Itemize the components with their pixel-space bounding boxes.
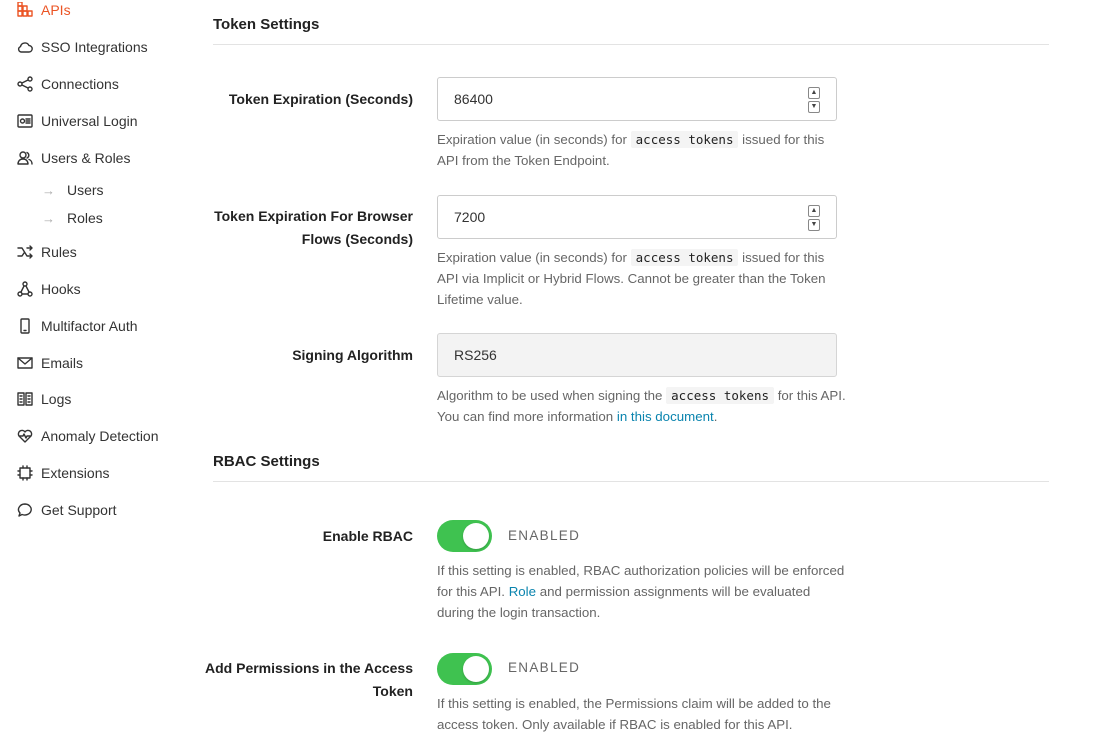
sidebar-item-label: SSO Integrations: [41, 39, 148, 55]
add-permissions-toggle[interactable]: [437, 653, 492, 685]
sidebar-item-apis[interactable]: APIs: [16, 0, 71, 22]
connections-icon: [16, 75, 34, 93]
add-permissions-label: Add Permissions in the Access Token: [205, 660, 413, 699]
sidebar-item-anomaly-detection[interactable]: Anomaly Detection: [16, 424, 159, 448]
sidebar-item-label: Users: [67, 182, 104, 198]
sidebar-item-get-support[interactable]: Get Support: [16, 498, 117, 522]
sidebar-item-hooks[interactable]: Hooks: [16, 277, 81, 301]
inline-code: access tokens: [630, 131, 739, 148]
sidebar-item-label: Connections: [41, 76, 119, 92]
document-link[interactable]: in this document: [617, 409, 714, 424]
sidebar-item-label: Rules: [41, 244, 77, 260]
enable-rbac-label: Enable RBAC: [322, 528, 413, 544]
cloud-icon: [16, 38, 34, 56]
arrow-right-icon: →: [42, 182, 55, 198]
chat-bubble-icon: [16, 501, 34, 519]
inline-code: access tokens: [666, 387, 774, 404]
mail-icon: [16, 354, 34, 372]
add-permissions-help: If this setting is enabled, the Permissi…: [437, 696, 831, 732]
inline-code: access tokens: [630, 249, 739, 266]
heart-pulse-icon: [16, 427, 34, 445]
arrow-right-icon: →: [42, 210, 55, 226]
signing-algorithm-help: Algorithm to be used when signing the ac…: [437, 387, 846, 424]
sidebar-item-label: Roles: [67, 210, 103, 226]
enable-rbac-toggle[interactable]: [437, 520, 492, 552]
signing-algorithm-field: RS256: [437, 333, 837, 377]
universal-login-icon: [16, 112, 34, 130]
add-permissions-state: ENABLED: [508, 660, 581, 675]
chip-icon: [16, 464, 34, 482]
phone-icon: [16, 317, 34, 335]
enable-rbac-help: If this setting is enabled, RBAC authori…: [437, 563, 845, 620]
signing-algorithm-label: Signing Algorithm: [292, 347, 413, 363]
users-icon: [16, 149, 34, 167]
number-stepper: ▲ ▼: [808, 205, 820, 231]
sidebar-item-label: Anomaly Detection: [41, 428, 159, 444]
sidebar-item-label: Multifactor Auth: [41, 318, 138, 334]
section-title-token-settings: Token Settings: [213, 16, 320, 33]
token-expiration-help: Expiration value (in seconds) for access…: [437, 131, 825, 168]
sidebar-item-connections[interactable]: Connections: [16, 72, 119, 96]
role-link[interactable]: Role: [509, 584, 536, 599]
token-expiration-value: 86400: [454, 91, 493, 107]
sidebar-item-sso-integrations[interactable]: SSO Integrations: [16, 35, 148, 59]
sidebar-item-label: Hooks: [41, 281, 81, 297]
sidebar-item-emails[interactable]: Emails: [16, 351, 83, 375]
sidebar: APIs SSO Integrations Connections Univer…: [0, 0, 190, 749]
toggle-knob: [463, 523, 489, 549]
sidebar-item-universal-login[interactable]: Universal Login: [16, 109, 138, 133]
toggle-knob: [463, 656, 489, 682]
hooks-icon: [16, 280, 34, 298]
number-stepper: ▲ ▼: [808, 87, 820, 113]
sidebar-item-label: Users & Roles: [41, 150, 131, 166]
sidebar-item-multifactor-auth[interactable]: Multifactor Auth: [16, 314, 138, 338]
sidebar-item-label: Get Support: [41, 502, 117, 518]
sidebar-item-users-roles[interactable]: Users & Roles: [16, 146, 130, 170]
sidebar-item-label: APIs: [41, 2, 71, 18]
stepper-down-icon[interactable]: ▼: [808, 101, 820, 113]
divider: [213, 481, 1049, 482]
token-expiration-input[interactable]: 86400 ▲ ▼: [437, 77, 837, 121]
signing-algorithm-value: RS256: [454, 347, 497, 363]
stepper-up-icon[interactable]: ▲: [808, 87, 820, 99]
sidebar-item-rules[interactable]: Rules: [16, 240, 77, 264]
browser-flows-expiration-input[interactable]: 7200 ▲ ▼: [437, 195, 837, 239]
sidebar-item-label: Logs: [41, 391, 72, 407]
browser-flows-expiration-help: Expiration value (in seconds) for access…: [437, 249, 826, 307]
rules-icon: [16, 243, 34, 261]
sidebar-item-logs[interactable]: Logs: [16, 387, 71, 411]
sidebar-item-label: Emails: [41, 355, 84, 371]
sidebar-item-label: Extensions: [41, 465, 110, 481]
token-expiration-label: Token Expiration (Seconds): [228, 91, 413, 107]
enable-rbac-state: ENABLED: [508, 528, 581, 543]
sidebar-item-label: Universal Login: [41, 113, 138, 129]
browser-flows-expiration-label: Token Expiration For Browser Flows (Seco…: [214, 208, 413, 247]
apis-icon: [16, 1, 34, 19]
browser-flows-expiration-value: 7200: [454, 209, 486, 225]
logs-icon: [16, 390, 34, 408]
stepper-down-icon[interactable]: ▼: [808, 219, 820, 231]
sidebar-item-extensions[interactable]: Extensions: [16, 461, 109, 485]
sidebar-subitem-roles[interactable]: → Roles: [42, 207, 103, 229]
divider: [213, 44, 1049, 45]
sidebar-subitem-users[interactable]: → Users: [42, 179, 104, 201]
section-title-rbac-settings: RBAC Settings: [213, 453, 320, 470]
stepper-up-icon[interactable]: ▲: [808, 205, 820, 217]
